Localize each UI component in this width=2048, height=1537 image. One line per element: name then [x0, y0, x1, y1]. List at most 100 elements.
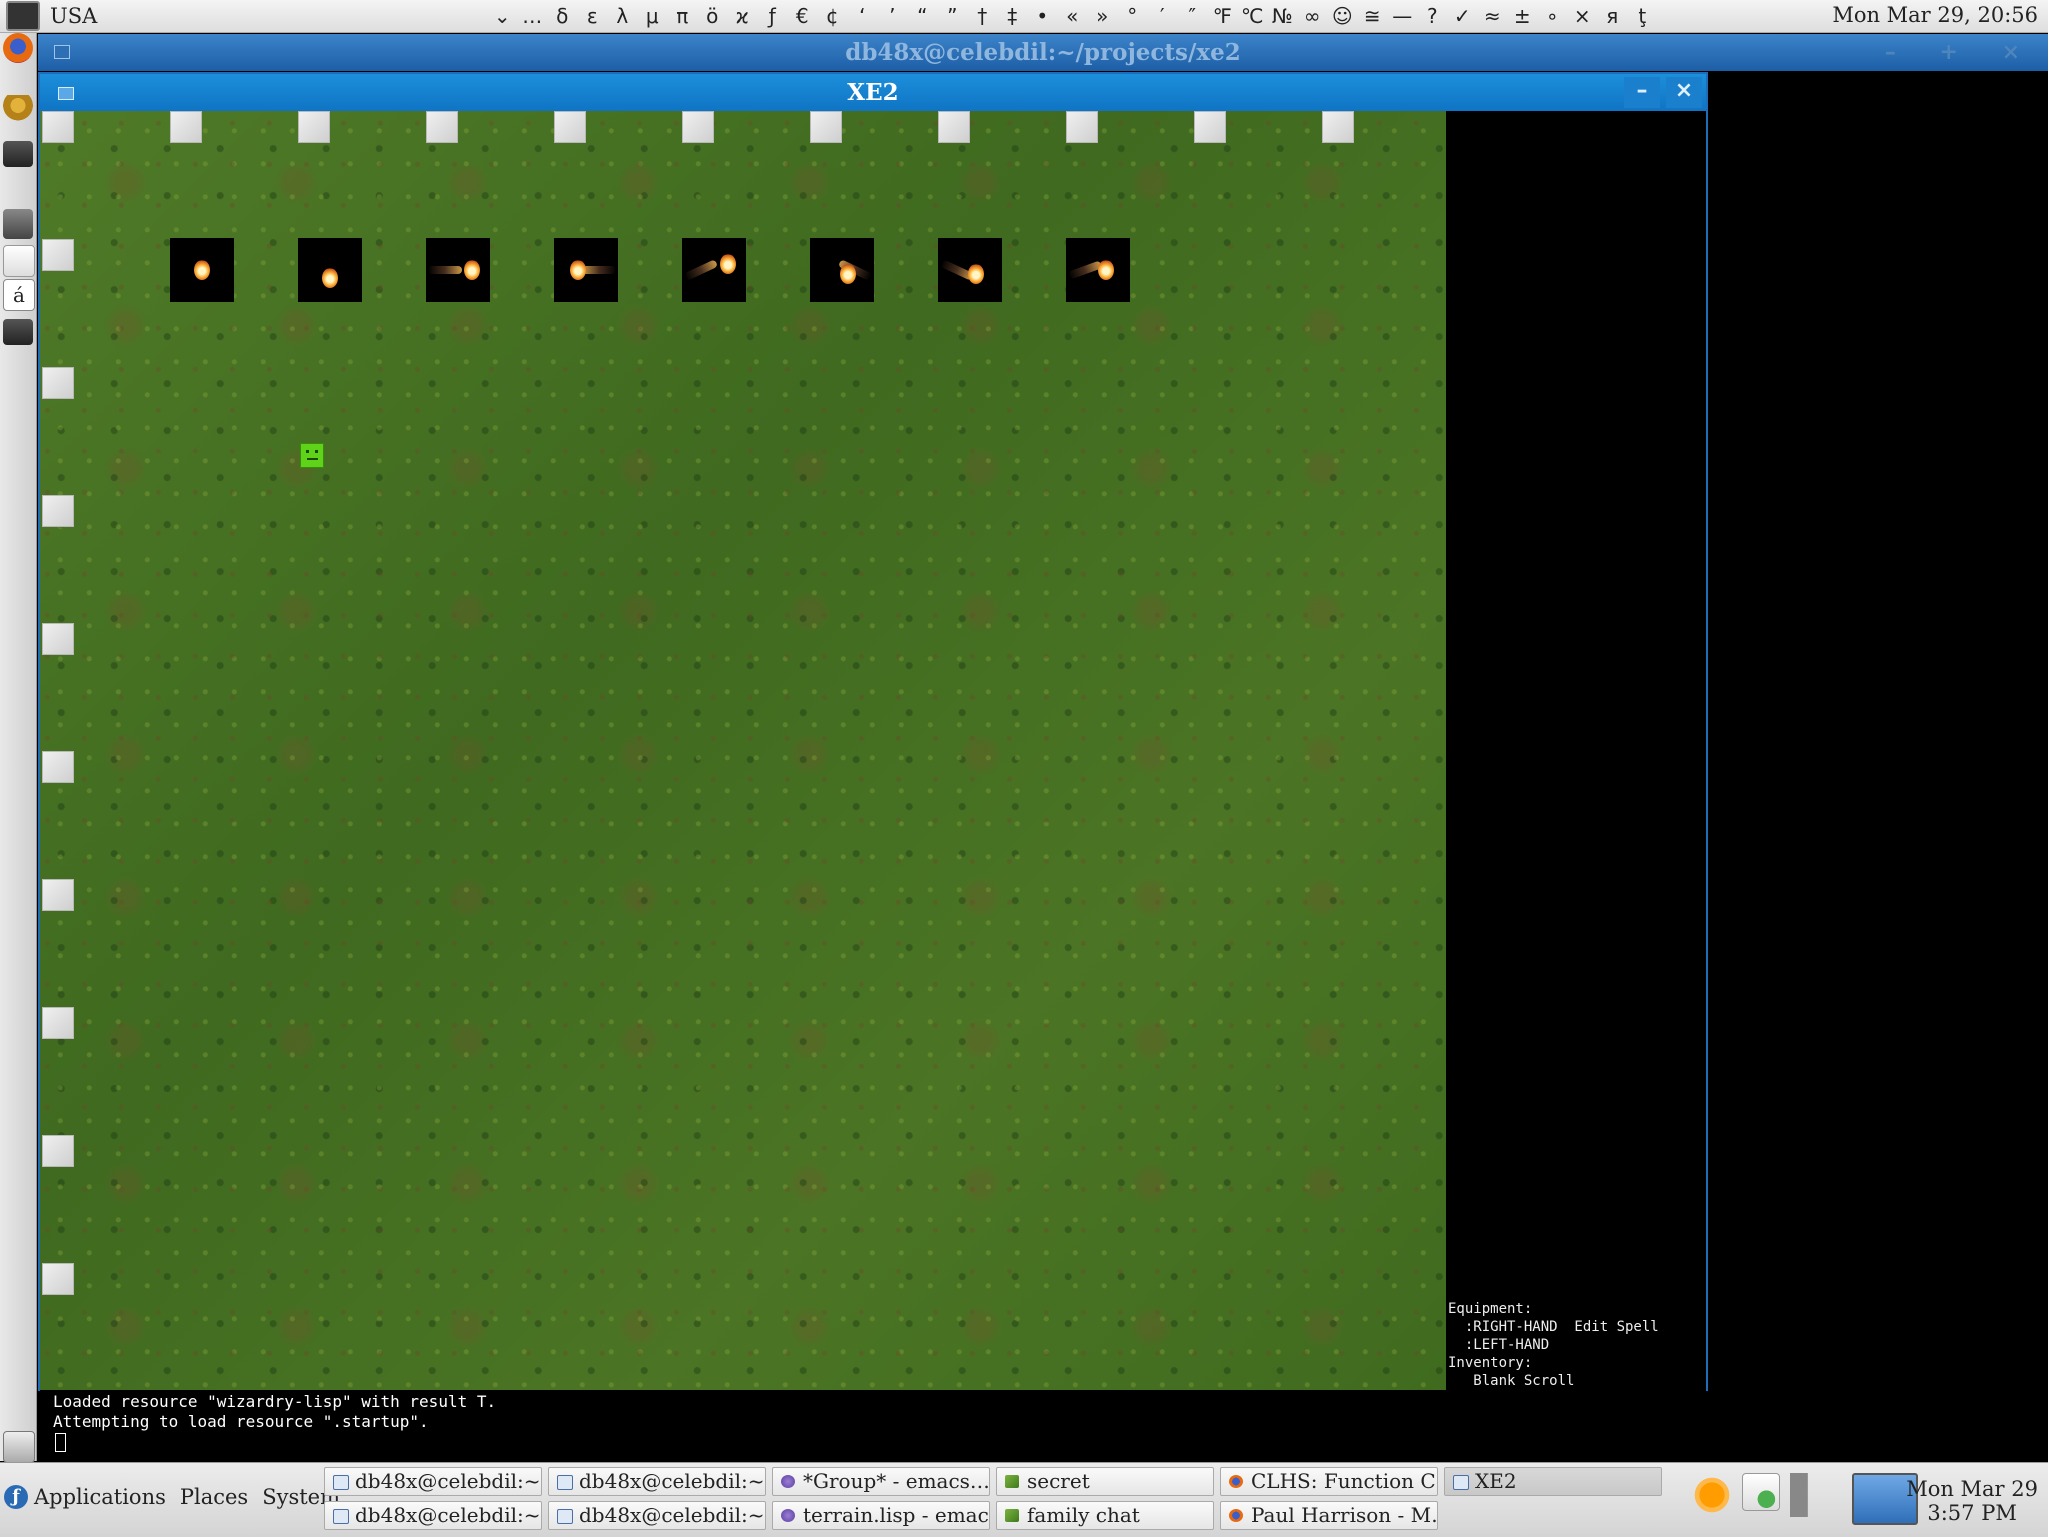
taskbar-button[interactable]: terrain.lisp - emac… — [772, 1501, 990, 1530]
char-button[interactable]: ☺ — [1327, 4, 1357, 28]
player-character[interactable] — [300, 443, 324, 468]
terminal-line: Loaded resource "wizardry-lisp" with res… — [53, 1392, 497, 1411]
firefox-icon — [1229, 1509, 1243, 1522]
menu-bar: ƒ Applications Places System — [4, 1485, 354, 1509]
text-editor-launcher-icon[interactable] — [3, 245, 35, 277]
char-button[interactable]: » — [1087, 4, 1117, 28]
gnome-foot-icon[interactable]: ƒ — [4, 1485, 28, 1509]
char-button[interactable]: ε — [577, 4, 607, 28]
character-map-launcher-icon[interactable]: á — [3, 279, 35, 311]
char-button[interactable]: ¢ — [817, 4, 847, 28]
char-button[interactable]: • — [1027, 4, 1057, 28]
volume-icon[interactable] — [1790, 1473, 1834, 1517]
user-launcher-icon[interactable] — [3, 95, 33, 125]
bottom-panel: ƒ Applications Places System db48x@celeb… — [0, 1462, 2048, 1537]
char-button[interactable]: ℃ — [1237, 4, 1267, 28]
fireball-sprite — [426, 238, 490, 302]
char-button[interactable]: ≈ — [1477, 4, 1507, 28]
taskbar-button[interactable]: secret — [996, 1467, 1214, 1496]
char-button[interactable]: ” — [937, 4, 967, 28]
calculator-launcher-icon[interactable] — [3, 209, 33, 239]
char-button[interactable]: ‘ — [847, 4, 877, 28]
game-map[interactable] — [40, 111, 1446, 1390]
char-button[interactable]: — — [1387, 4, 1417, 28]
char-button[interactable]: ö — [697, 4, 727, 28]
char-button[interactable]: ţ — [1627, 4, 1657, 28]
update-notifier-icon[interactable] — [1690, 1473, 1734, 1517]
char-button[interactable]: ″ — [1177, 4, 1207, 28]
taskbar-button[interactable]: CLHS: Function C… — [1220, 1467, 1438, 1496]
firefox-launcher-icon[interactable] — [3, 33, 33, 63]
char-button[interactable]: € — [787, 4, 817, 28]
terminal-icon — [557, 1509, 573, 1524]
char-button[interactable]: ≅ — [1357, 4, 1387, 28]
terminal-launcher-icon[interactable] — [3, 141, 33, 167]
bottom-clock[interactable]: Mon Mar 29 3:57 PM — [1906, 1477, 2038, 1525]
char-button[interactable]: « — [1057, 4, 1087, 28]
wall-tile — [42, 623, 74, 655]
keyboard-layout-icon[interactable] — [6, 1, 40, 31]
char-button[interactable]: ✓ — [1447, 4, 1477, 28]
char-button[interactable]: ± — [1507, 4, 1537, 28]
terminal-title: db48x@celebdil:~/projects/xe2 — [845, 39, 1241, 66]
terminal-titlebar[interactable]: db48x@celebdil:~/projects/xe2 – + × — [38, 34, 2048, 71]
char-button[interactable]: … — [517, 4, 547, 28]
char-button[interactable]: ° — [1117, 4, 1147, 28]
char-button[interactable]: № — [1267, 4, 1297, 28]
taskbar-button[interactable]: family chat — [996, 1501, 1214, 1530]
minimize-button[interactable]: – — [1624, 77, 1660, 108]
taskbar-button[interactable]: db48x@celebdil:~ — [548, 1501, 766, 1530]
char-button[interactable]: ⌄ — [487, 4, 517, 28]
window-menu-icon[interactable] — [54, 45, 70, 59]
terminal-launcher-icon-2[interactable] — [3, 319, 33, 345]
fireball-sprite — [554, 238, 618, 302]
taskbar-button[interactable]: Paul Harrison - M… — [1220, 1501, 1438, 1530]
fireball-sprite — [298, 238, 362, 302]
applications-menu[interactable]: Applications — [34, 1485, 166, 1509]
char-button[interactable]: × — [1567, 4, 1597, 28]
xe2-titlebar[interactable]: XE2 – × — [40, 74, 1706, 111]
char-button[interactable]: ℉ — [1207, 4, 1237, 28]
terminal-output[interactable]: Loaded resource "wizardry-lisp" with res… — [38, 1391, 2048, 1461]
character-picker[interactable]: ⌄… δ ε λ μ π ö ϰ ƒ € ¢ ‘’ “” † ‡ • «» ° ′ ″ ℉ ℃ № ∞ ☺ ≅ —? ✓ ≈ ± ∘ × я ţ — [487, 4, 1657, 28]
char-button[interactable]: ′ — [1147, 4, 1177, 28]
taskbar-button-label: XE2 — [1475, 1469, 1517, 1493]
char-button[interactable]: μ — [637, 4, 667, 28]
keyboard-layout-label[interactable]: USA — [50, 4, 97, 28]
char-button[interactable]: ? — [1417, 4, 1447, 28]
char-button[interactable]: ƒ — [757, 4, 787, 28]
top-clock[interactable]: Mon Mar 29, 20:56 — [1832, 3, 2038, 27]
wall-tile — [42, 239, 74, 271]
char-button[interactable]: † — [967, 4, 997, 28]
char-button[interactable]: ∘ — [1537, 4, 1567, 28]
show-desktop-icon[interactable] — [3, 1431, 35, 1463]
terminal-icon — [1453, 1475, 1469, 1490]
emacs-icon — [781, 1509, 795, 1522]
char-button[interactable]: ϰ — [727, 4, 757, 28]
network-status-icon[interactable] — [1742, 1473, 1780, 1511]
taskbar-button[interactable]: *Group* - emacs… — [772, 1467, 990, 1496]
close-button[interactable]: × — [1666, 77, 1702, 108]
char-button[interactable]: λ — [607, 4, 637, 28]
char-button[interactable]: я — [1597, 4, 1627, 28]
wall-tile — [554, 111, 586, 143]
char-button[interactable]: ’ — [877, 4, 907, 28]
terminal-window-buttons[interactable]: – + × — [1885, 34, 2038, 71]
taskbar-button-label: db48x@celebdil:~ — [579, 1503, 765, 1527]
char-button[interactable]: π — [667, 4, 697, 28]
taskbar-button[interactable]: db48x@celebdil:~… — [324, 1467, 542, 1496]
char-button[interactable]: “ — [907, 4, 937, 28]
fireball-sprite — [170, 238, 234, 302]
char-button[interactable]: ∞ — [1297, 4, 1327, 28]
taskbar-button-label: CLHS: Function C… — [1251, 1469, 1438, 1493]
window-menu-icon[interactable] — [58, 87, 74, 100]
taskbar-button-label: family chat — [1027, 1503, 1140, 1527]
taskbar-button[interactable]: XE2 — [1444, 1467, 1662, 1496]
taskbar-button[interactable]: db48x@celebdil:~ — [324, 1501, 542, 1530]
taskbar-button[interactable]: db48x@celebdil:~… — [548, 1467, 766, 1496]
terminal-line: Attempting to load resource ".startup". — [53, 1412, 429, 1431]
char-button[interactable]: δ — [547, 4, 577, 28]
char-button[interactable]: ‡ — [997, 4, 1027, 28]
places-menu[interactable]: Places — [180, 1485, 248, 1509]
wall-tile — [42, 495, 74, 527]
